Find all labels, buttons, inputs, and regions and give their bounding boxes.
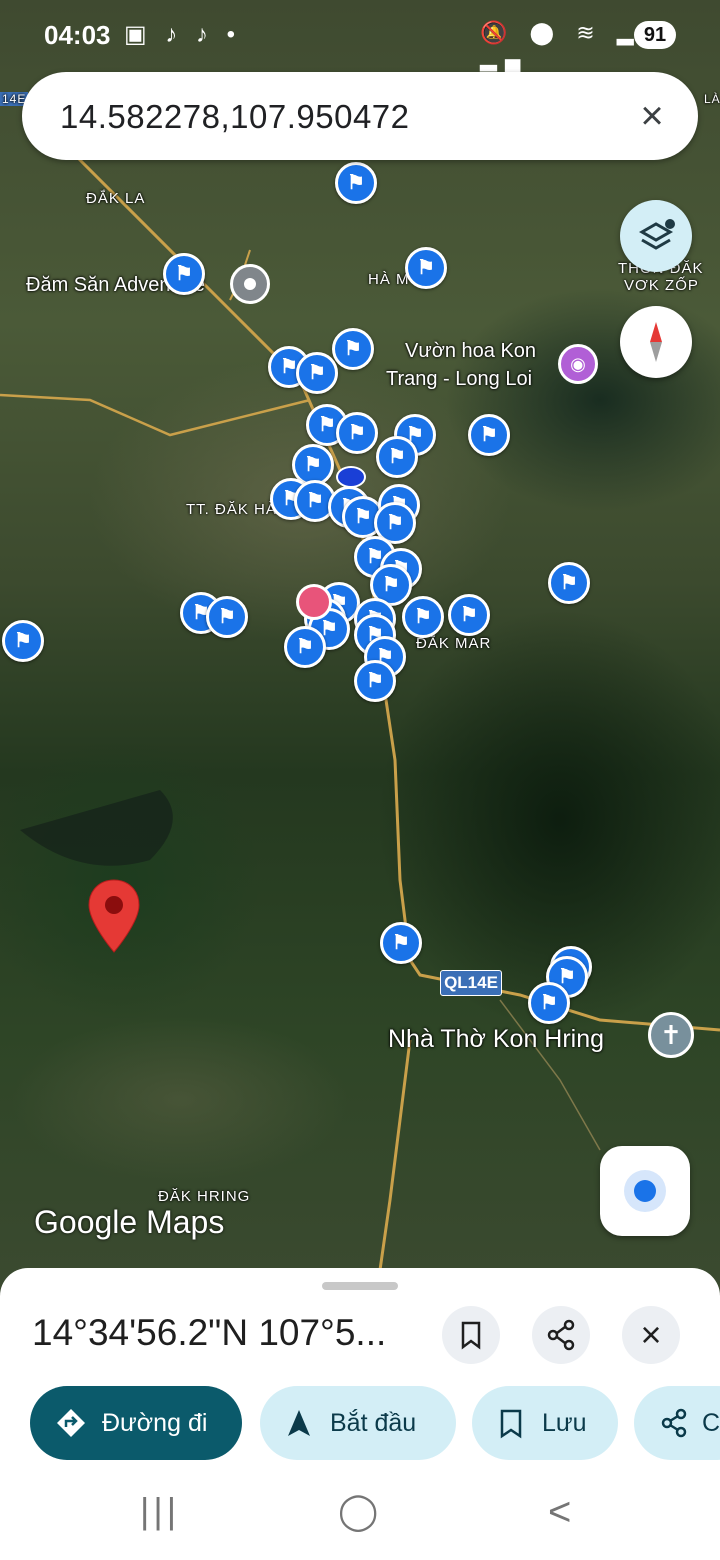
search-bar[interactable]: 14.582278,107.950472 × <box>22 72 698 160</box>
poi-marker-icon[interactable] <box>230 264 270 304</box>
place-pin[interactable] <box>163 253 205 295</box>
bookmark-outline-icon <box>498 1386 524 1460</box>
share-icon <box>547 1319 575 1351</box>
place-pin[interactable] <box>332 328 374 370</box>
cluster-blue-dot <box>336 466 366 488</box>
map-label-nha-tho[interactable]: Nhà Thờ Kon Hring <box>388 1025 604 1054</box>
place-pin[interactable] <box>405 247 447 289</box>
close-icon: × <box>640 1314 662 1355</box>
map-label-edge-right: LÀ <box>704 92 720 106</box>
map-label-ha-mon: HÀ M <box>368 271 410 288</box>
my-location-button[interactable] <box>600 1146 690 1236</box>
place-pin[interactable] <box>402 596 444 638</box>
start-button[interactable]: Bắt đầu <box>260 1386 456 1460</box>
status-time: 04:03 <box>44 20 111 50</box>
bookmark-icon <box>461 1321 481 1350</box>
system-icons: 🔕 ⬤ ≋ ▂▄ ▂▄ <box>480 20 666 71</box>
map-label-tt-dak-ha: TT. ĐĂK HÀ <box>186 501 277 518</box>
save-icon-button[interactable] <box>442 1306 500 1364</box>
place-pin[interactable] <box>296 352 338 394</box>
church-poi-icon[interactable]: ✝ <box>648 1012 694 1058</box>
map-label-vok-zop: VƠK ZỐP <box>624 277 699 294</box>
layers-button[interactable] <box>620 200 692 272</box>
battery-icon: 91 <box>634 21 676 49</box>
navigation-arrow-icon <box>286 1386 312 1460</box>
clear-search-icon[interactable]: × <box>628 92 676 140</box>
place-pin[interactable] <box>380 922 422 964</box>
layers-icon <box>638 219 675 250</box>
pink-poi-icon <box>296 584 332 620</box>
share-chip-icon <box>660 1386 688 1460</box>
directions-button[interactable]: Đường đi <box>30 1386 242 1460</box>
place-pin[interactable] <box>336 412 378 454</box>
back-button[interactable]: < <box>548 1490 571 1535</box>
notification-icons: ▣ ♪ ♪ • <box>124 21 242 48</box>
google-maps-logo: Google Maps <box>34 1204 225 1240</box>
directions-icon <box>56 1386 86 1460</box>
map-label-dak-hring: ĐĂK HRING <box>158 1188 251 1205</box>
camera-poi-icon[interactable]: ◉ <box>558 344 598 384</box>
home-button[interactable]: ◯ <box>338 1490 378 1532</box>
my-location-icon <box>634 1180 656 1202</box>
directions-label: Đường đi <box>102 1409 208 1437</box>
map-label-vuon-hoa[interactable]: Vườn hoa Kon <box>405 340 536 363</box>
recent-apps-button[interactable]: ||| <box>140 1490 180 1532</box>
place-pin[interactable] <box>468 414 510 456</box>
share-icon-button[interactable] <box>532 1306 590 1364</box>
search-query[interactable]: 14.582278,107.950472 <box>60 98 410 136</box>
share-button[interactable]: C <box>634 1386 720 1460</box>
place-pin[interactable] <box>528 982 570 1024</box>
close-button[interactable]: × <box>622 1306 680 1364</box>
save-button[interactable]: Lưu <box>472 1386 618 1460</box>
place-pin[interactable] <box>284 626 326 668</box>
compass-icon <box>650 322 662 362</box>
place-pin[interactable] <box>354 660 396 702</box>
share-label: C <box>702 1409 720 1437</box>
place-pin[interactable] <box>2 620 44 662</box>
place-pin[interactable] <box>448 594 490 636</box>
dropped-pin-marker-icon[interactable] <box>86 878 142 954</box>
system-nav-bar: ||| ◯ < <box>0 1470 720 1560</box>
place-pin[interactable] <box>206 596 248 638</box>
status-bar: 04:03 ▣ ♪ ♪ • 🔕 ⬤ ≋ ▂▄ ▂▄ 91 <box>0 0 720 71</box>
start-label: Bắt đầu <box>330 1409 417 1437</box>
place-coordinates: 14°34'56.2"N 107°5... <box>32 1312 387 1353</box>
sheet-drag-handle[interactable] <box>322 1282 398 1290</box>
map-label-vuon-hoa-line2[interactable]: Trang - Long Loi <box>386 368 532 391</box>
road-shield-ql14e: QL14E <box>440 970 502 996</box>
save-label: Lưu <box>542 1409 587 1437</box>
map-label-dak-la: ĐẮK LA <box>86 190 146 207</box>
place-pin[interactable] <box>548 562 590 604</box>
place-pin[interactable] <box>376 436 418 478</box>
place-pin[interactable] <box>335 162 377 204</box>
compass-button[interactable] <box>620 306 692 378</box>
map-canvas[interactable]: ĐẮK LA Đăm Săn Adventure HÀ M Vườn hoa K… <box>0 0 720 1290</box>
